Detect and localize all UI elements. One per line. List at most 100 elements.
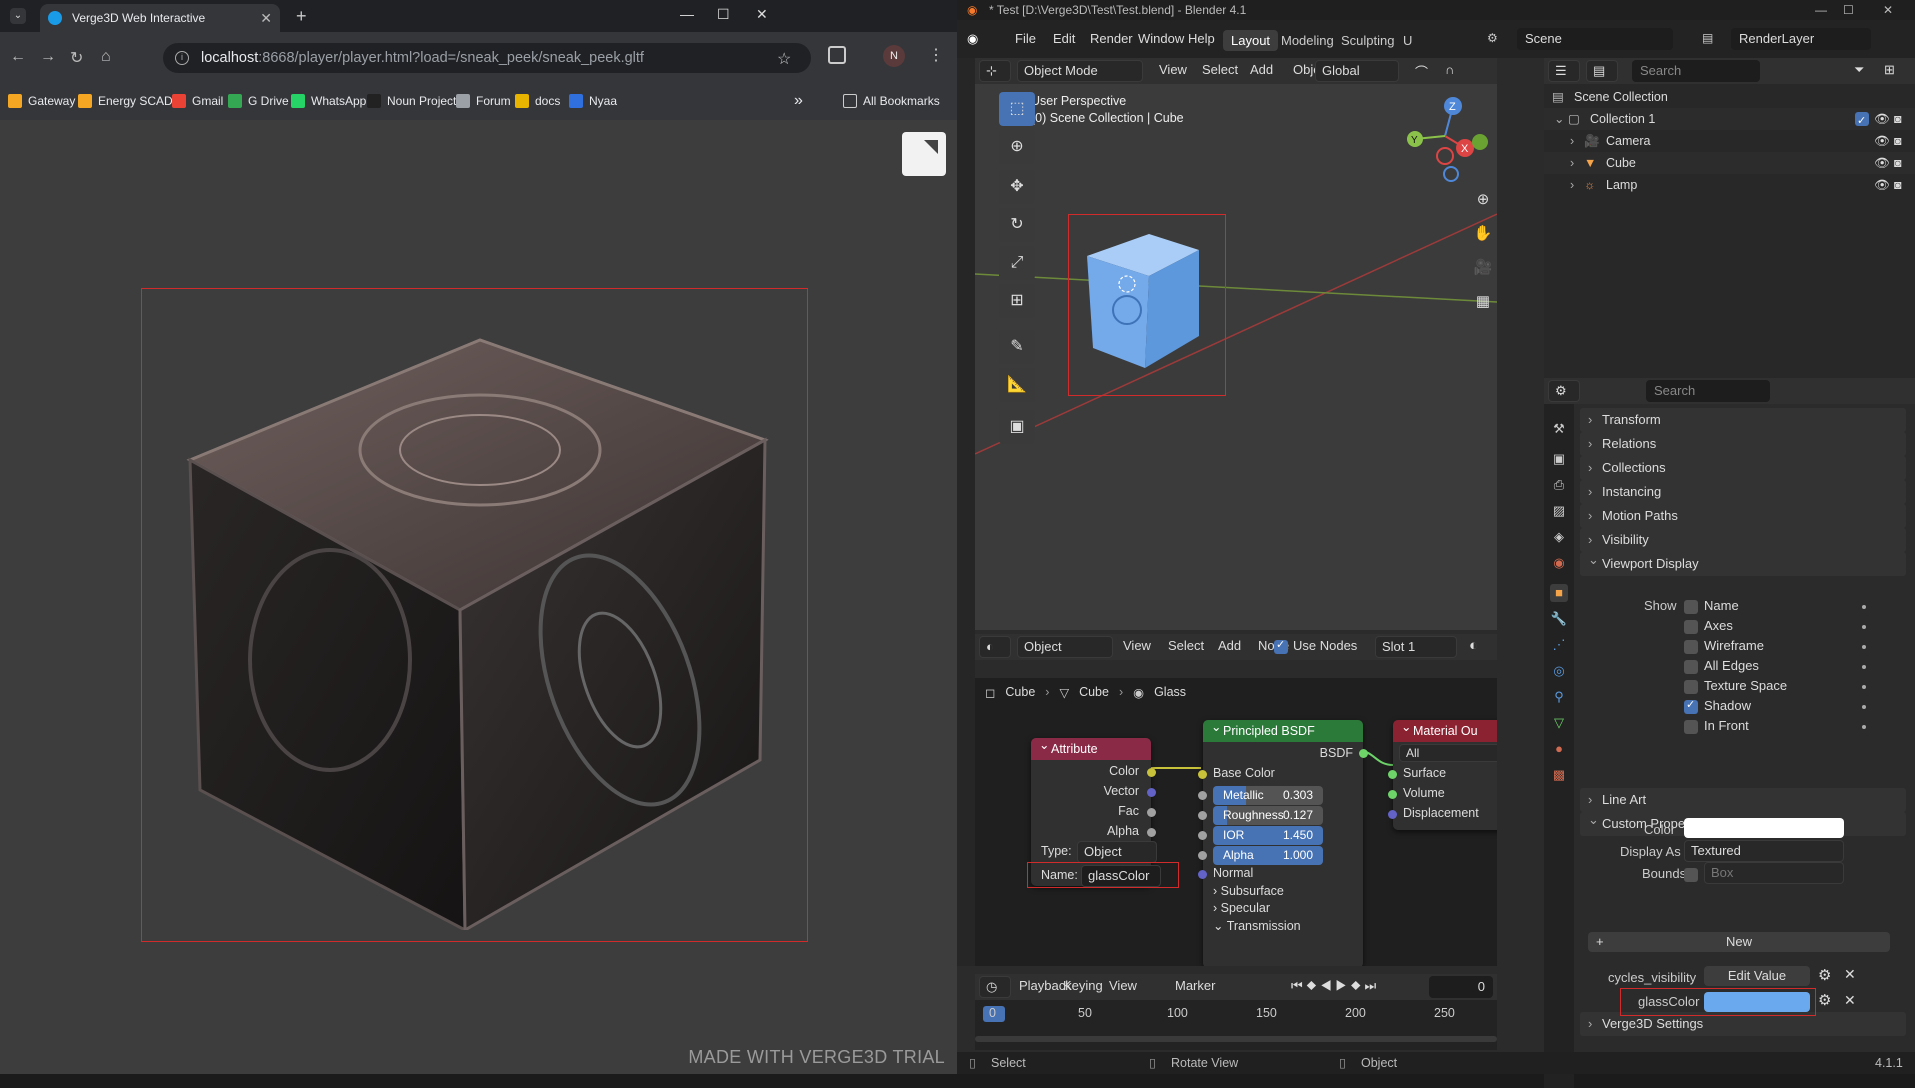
timeline-menu-marker[interactable]: Marker <box>1175 978 1215 993</box>
bookmark-noun-project[interactable]: Noun Project <box>367 90 456 112</box>
blue-glass-cube[interactable] <box>1079 228 1219 378</box>
slider-roughness[interactable]: Roughness 0.127 <box>1213 806 1323 825</box>
disclosure-icon[interactable]: › <box>1570 174 1574 196</box>
close-tab-icon[interactable]: ✕ <box>260 10 272 27</box>
viewport-menu-add[interactable]: Add <box>1250 62 1273 77</box>
profile-avatar[interactable]: N <box>883 45 905 67</box>
attribute-color-socket[interactable] <box>1147 768 1156 777</box>
keyframe-dot-icon[interactable] <box>1862 625 1866 629</box>
filter-icon[interactable]: ⏷ <box>1854 62 1864 78</box>
section-collections[interactable]: Collections <box>1580 456 1906 480</box>
snap-icon[interactable]: ⌒ <box>1415 62 1428 81</box>
render-camera-icon[interactable]: ◙ <box>1894 130 1902 152</box>
bookmark-docs[interactable]: docs <box>515 90 560 112</box>
scene-field[interactable]: Scene <box>1517 28 1673 50</box>
pan-hand-icon[interactable]: ✋ <box>1469 220 1497 248</box>
properties-editor-type-dropdown[interactable]: ⚙ <box>1548 380 1580 402</box>
node-menu-view[interactable]: View <box>1123 638 1151 653</box>
camera-view-icon[interactable]: 🎥 <box>1469 254 1497 282</box>
gear-icon[interactable]: ⚙ <box>1818 966 1831 984</box>
transform-tool-icon[interactable]: ⊞ <box>999 284 1035 318</box>
scale-tool-icon[interactable]: ⤢ <box>999 246 1035 280</box>
roughness-socket[interactable] <box>1198 811 1207 820</box>
bookmark-forum[interactable]: Forum <box>456 90 511 112</box>
section-instancing[interactable]: Instancing <box>1580 480 1906 504</box>
menu-icon[interactable]: ⋮ <box>928 45 944 65</box>
browser-tab[interactable]: Verge3D Web Interactive ✕ <box>40 4 280 32</box>
constraints-tab-icon[interactable]: ⚲ <box>1550 688 1568 706</box>
display-mode-dropdown[interactable]: ▤ <box>1586 60 1618 82</box>
bounds-dropdown[interactable]: Box <box>1704 862 1844 884</box>
scene-tab-icon[interactable]: ◈ <box>1550 528 1568 546</box>
glasscolor-swatch[interactable] <box>1704 992 1810 1012</box>
show-shadow-checkbox[interactable] <box>1684 698 1698 714</box>
section-visibility[interactable]: Visibility <box>1580 528 1906 552</box>
maximize-icon[interactable]: ☐ <box>1843 0 1854 20</box>
workspace-tab-u[interactable]: U <box>1395 30 1420 51</box>
playback-controls-icon[interactable]: ⏮ ◆ ◀ ▶ ◆ ⏭ <box>1291 978 1376 994</box>
editor-type-dropdown[interactable]: ⊹ <box>979 60 1011 82</box>
remove-icon[interactable]: ✕ <box>1844 992 1856 1009</box>
menu-help[interactable]: Help <box>1188 31 1215 46</box>
attribute-type-dropdown[interactable]: Object <box>1077 841 1157 863</box>
current-frame-field[interactable]: 0 <box>1429 976 1493 998</box>
menu-file[interactable]: File <box>1015 31 1036 46</box>
rotate-tool-icon[interactable]: ↻ <box>999 208 1035 242</box>
bookmark-g-drive[interactable]: G Drive <box>228 90 289 112</box>
attribute-fac-socket[interactable] <box>1147 808 1156 817</box>
dark-glass-cube[interactable] <box>180 330 780 930</box>
new-collection-icon[interactable]: ⊞ <box>1884 62 1895 78</box>
tab-search-button[interactable]: ⌄ <box>10 8 26 24</box>
timeline-editor-type-dropdown[interactable]: ◷ <box>979 976 1011 998</box>
bookmark-energy-scada[interactable]: Energy SCADA <box>78 90 181 112</box>
outliner-search[interactable]: Search <box>1632 60 1760 82</box>
disclosure-icon[interactable]: › <box>1570 152 1574 174</box>
exclude-checkbox[interactable] <box>1855 110 1869 132</box>
render-layer-field[interactable]: RenderLayer <box>1731 28 1871 50</box>
timeline-menu-keying[interactable]: Keying <box>1063 978 1103 993</box>
ortho-grid-icon[interactable]: ▦ <box>1469 288 1497 316</box>
verge3d-viewer[interactable]: MADE WITH VERGE3D TRIAL <box>0 120 957 1074</box>
world-tab-icon[interactable]: ◉ <box>1550 554 1568 572</box>
output-tab-icon[interactable]: ⎙ <box>1550 476 1568 494</box>
section-relations[interactable]: Relations <box>1580 432 1906 456</box>
show-wireframe-checkbox[interactable] <box>1684 640 1698 654</box>
move-tool-icon[interactable]: ✥ <box>999 170 1035 204</box>
measure-tool-icon[interactable]: 📐 <box>999 368 1035 402</box>
section-transform[interactable]: Transform <box>1580 408 1906 432</box>
material-preview-icon[interactable]: ◐ <box>1469 637 1478 654</box>
physics-tab-icon[interactable]: ◎ <box>1550 662 1568 680</box>
data-tab-icon[interactable]: ▽ <box>1550 714 1568 732</box>
collapsed-panel-strip[interactable] <box>957 58 975 966</box>
keyframe-dot-icon[interactable] <box>1862 665 1866 669</box>
keyframe-dot-icon[interactable] <box>1862 705 1866 709</box>
visibility-eye-icon[interactable]: 👁 <box>1874 174 1890 196</box>
object-dropdown[interactable]: Object <box>1017 636 1113 658</box>
show-all-edges-checkbox[interactable] <box>1684 660 1698 674</box>
home-icon[interactable]: ⌂ <box>101 48 111 66</box>
back-icon[interactable]: ← <box>10 48 26 66</box>
material-output-node[interactable]: Material Ou All Surface Volume Displacemen… <box>1388 716 1497 830</box>
slider-ior[interactable]: IOR 1.450 <box>1213 826 1323 845</box>
bookmark-gateway[interactable]: Gateway <box>8 90 75 112</box>
fullscreen-button[interactable] <box>902 132 946 176</box>
new-property-button[interactable]: + New <box>1588 932 1890 952</box>
disclosure-icon[interactable]: › <box>1570 130 1574 152</box>
gear-icon[interactable]: ⚙ <box>1818 991 1831 1009</box>
workspace-tab-sculpting[interactable]: Sculpting <box>1333 30 1402 51</box>
keyframe-dot-icon[interactable] <box>1862 685 1866 689</box>
extensions-icon[interactable] <box>828 46 846 64</box>
bookmark-gmail[interactable]: Gmail <box>172 90 223 112</box>
close-window-icon[interactable]: ✕ <box>756 6 768 23</box>
node-menu-select[interactable]: Select <box>1168 638 1204 653</box>
outliner-row-lamp[interactable]: › ☼ Lamp 👁 ◙ <box>1544 174 1915 196</box>
keyframe-dot-icon[interactable] <box>1862 725 1866 729</box>
site-info-icon[interactable]: i <box>175 51 189 65</box>
view-layer-icon[interactable]: ▤ <box>1702 31 1713 45</box>
output-displacement-socket[interactable] <box>1388 810 1397 819</box>
minimize-icon[interactable]: — <box>680 6 694 22</box>
visibility-eye-icon[interactable]: 👁 <box>1874 108 1890 130</box>
output-volume-socket[interactable] <box>1388 790 1397 799</box>
render-tab-icon[interactable]: ▣ <box>1550 450 1568 468</box>
panel-transmission[interactable]: ⌄ Transmission <box>1213 918 1301 933</box>
